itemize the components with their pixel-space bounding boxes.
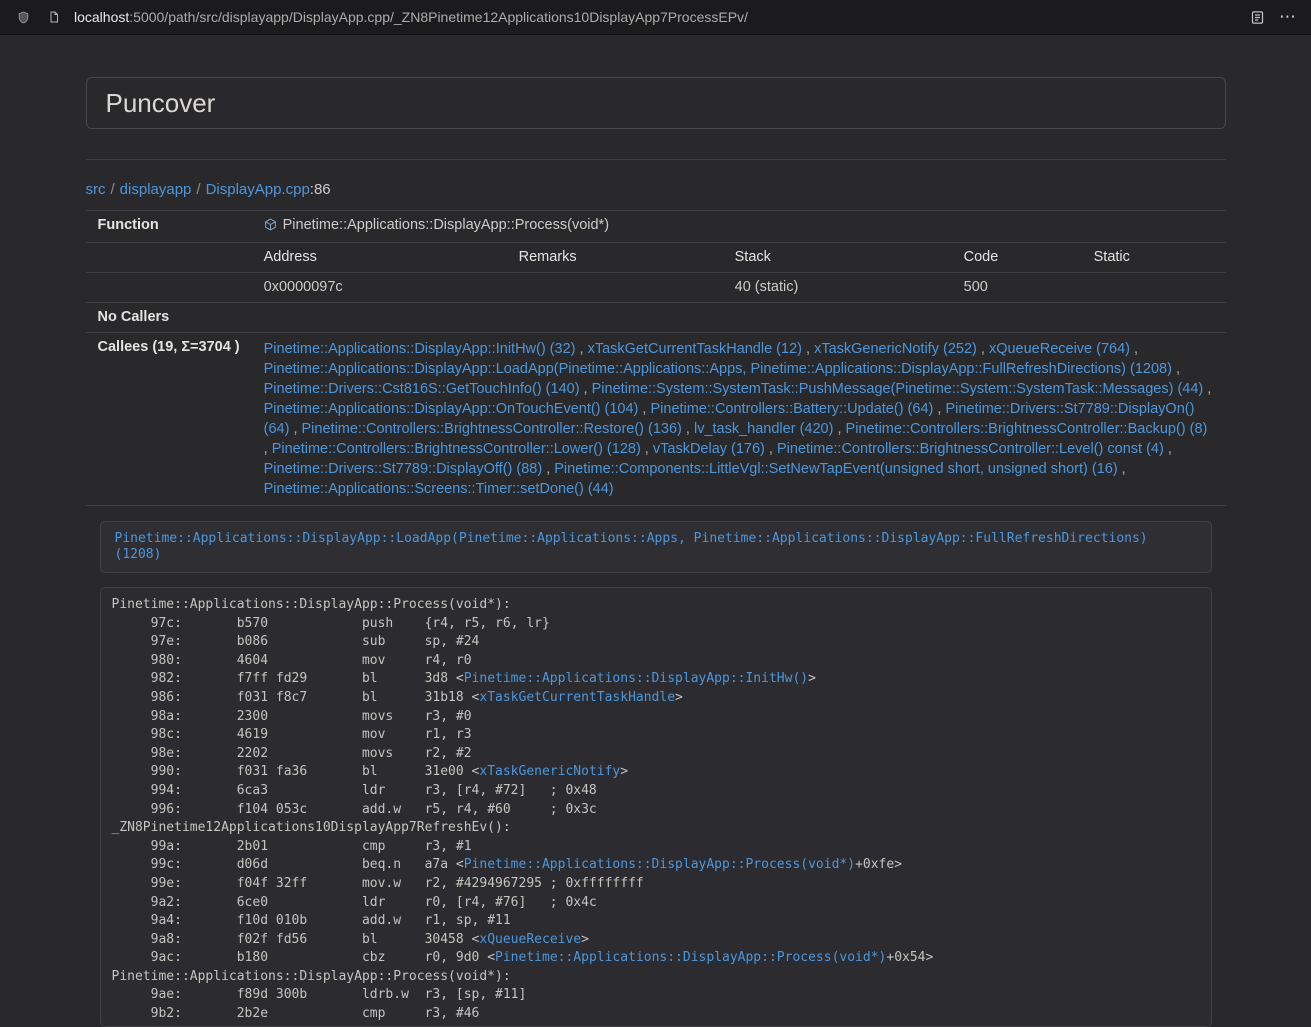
page-icon[interactable] bbox=[43, 6, 65, 28]
callee-separator: , bbox=[802, 341, 814, 357]
stats-header-cell: Remarks bbox=[507, 243, 723, 273]
callee-detail-heading: Pinetime::Applications::DisplayApp::Load… bbox=[101, 522, 1211, 572]
stats-value-row: 0x0000097c 40 (static)500 bbox=[86, 273, 1226, 303]
stats-header-cell: Stack bbox=[723, 243, 952, 273]
code-symbol-link[interactable]: xQueueReceive bbox=[479, 932, 581, 947]
disassembly-block: Pinetime::Applications::DisplayApp::Proc… bbox=[100, 587, 1212, 1027]
code-symbol-link[interactable]: xTaskGetCurrentTaskHandle bbox=[479, 690, 675, 705]
callee-detail-symbol-link[interactable]: Pinetime::Applications::DisplayApp::Load… bbox=[115, 531, 1148, 562]
code-symbol-link[interactable]: Pinetime::Applications::DisplayApp::Init… bbox=[464, 671, 808, 686]
callee-link[interactable]: Pinetime::Controllers::Battery::Update()… bbox=[650, 401, 933, 417]
breadcrumb-line-number: :86 bbox=[310, 181, 331, 198]
empty-label-cell bbox=[86, 243, 252, 273]
callee-separator: , bbox=[580, 381, 592, 397]
stats-value-cell bbox=[1082, 273, 1226, 303]
stats-value-cell bbox=[507, 273, 723, 303]
stats-value-cell: 0x0000097c bbox=[252, 273, 507, 303]
menu-icon[interactable]: ⋯ bbox=[1277, 6, 1299, 28]
function-table: Function Pinetime::Applications::Display… bbox=[86, 210, 1226, 506]
breadcrumb-separator: / bbox=[111, 181, 115, 198]
breadcrumb: src/displayapp/DisplayApp.cpp:86 bbox=[86, 181, 1226, 199]
stats-header-cell: Code bbox=[952, 243, 1082, 273]
callee-link[interactable]: xTaskGetCurrentTaskHandle (12) bbox=[588, 341, 802, 357]
no-callers-row: No Callers bbox=[86, 303, 1226, 333]
url-host: localhost bbox=[74, 9, 129, 25]
no-callers-cell bbox=[252, 303, 1226, 333]
breadcrumb-displayapp[interactable]: displayapp bbox=[120, 181, 192, 198]
code-symbol-link[interactable]: Pinetime::Applications::DisplayApp::Proc… bbox=[495, 950, 886, 965]
callee-link[interactable]: Pinetime::System::SystemTask::PushMessag… bbox=[592, 381, 1204, 397]
callee-separator: , bbox=[765, 441, 777, 457]
stats-header-cell: Address bbox=[252, 243, 507, 273]
stats-header-cell: Static bbox=[1082, 243, 1226, 273]
divider bbox=[86, 159, 1226, 160]
callee-separator: , bbox=[1130, 341, 1138, 357]
callees-row: Callees (19, Σ=3704 ) Pinetime::Applicat… bbox=[86, 333, 1226, 506]
callee-separator: , bbox=[833, 421, 845, 437]
callee-separator: , bbox=[1118, 461, 1126, 477]
stats-value-cell: 40 (static) bbox=[723, 273, 952, 303]
page-title: Puncover bbox=[106, 89, 1206, 117]
callee-separator: , bbox=[576, 341, 588, 357]
shield-icon[interactable] bbox=[12, 6, 34, 28]
callee-separator: , bbox=[1164, 441, 1172, 457]
callee-link[interactable]: Pinetime::Applications::DisplayApp::Init… bbox=[264, 341, 576, 357]
function-icon bbox=[264, 218, 277, 236]
callee-link[interactable]: Pinetime::Drivers::St7789::DisplayOff() … bbox=[264, 461, 543, 477]
callee-link[interactable]: lv_task_handler (420) bbox=[694, 421, 833, 437]
stats-header-row: AddressRemarksStackCodeStatic bbox=[86, 243, 1226, 273]
function-label: Function bbox=[86, 211, 252, 243]
callee-separator: , bbox=[977, 341, 989, 357]
app-header-panel: Puncover bbox=[86, 77, 1226, 129]
callee-detail-panel: Pinetime::Applications::DisplayApp::Load… bbox=[100, 521, 1212, 573]
breadcrumb-src[interactable]: src bbox=[86, 181, 106, 198]
reader-mode-icon[interactable] bbox=[1246, 6, 1268, 28]
breadcrumb-file[interactable]: DisplayApp.cpp bbox=[206, 181, 310, 198]
callee-separator: , bbox=[1172, 361, 1180, 377]
page-container: Puncover src/displayapp/DisplayApp.cpp:8… bbox=[86, 35, 1226, 1027]
callee-link[interactable]: xTaskGenericNotify (252) bbox=[814, 341, 977, 357]
function-symbol: Pinetime::Applications::DisplayApp::Proc… bbox=[283, 217, 609, 233]
callee-link[interactable]: Pinetime::Controllers::BrightnessControl… bbox=[846, 421, 1208, 437]
callee-link[interactable]: Pinetime::Applications::Screens::Timer::… bbox=[264, 481, 614, 497]
callee-separator: , bbox=[264, 441, 272, 457]
stats-value-cell: 500 bbox=[952, 273, 1082, 303]
callees-list: Pinetime::Applications::DisplayApp::Init… bbox=[252, 333, 1226, 506]
function-symbol-cell: Pinetime::Applications::DisplayApp::Proc… bbox=[252, 211, 1226, 243]
callee-link[interactable]: Pinetime::Applications::DisplayApp::OnTo… bbox=[264, 401, 639, 417]
callees-label: Callees (19, Σ=3704 ) bbox=[86, 333, 252, 506]
callee-separator: , bbox=[933, 401, 945, 417]
url-bar[interactable]: localhost:5000/path/src/displayapp/Displ… bbox=[74, 9, 748, 25]
callee-link[interactable]: Pinetime::Drivers::Cst816S::GetTouchInfo… bbox=[264, 381, 580, 397]
callee-separator: , bbox=[289, 421, 301, 437]
callee-separator: , bbox=[542, 461, 554, 477]
callee-separator: , bbox=[641, 441, 653, 457]
code-symbol-link[interactable]: Pinetime::Applications::DisplayApp::Proc… bbox=[464, 857, 855, 872]
code-symbol-link[interactable]: xTaskGenericNotify bbox=[479, 764, 620, 779]
callee-separator: , bbox=[638, 401, 650, 417]
callee-separator: , bbox=[682, 421, 694, 437]
callee-link[interactable]: Pinetime::Components::LittleVgl::SetNewT… bbox=[554, 461, 1117, 477]
callee-link[interactable]: Pinetime::Controllers::BrightnessControl… bbox=[777, 441, 1164, 457]
browser-chrome: localhost:5000/path/src/displayapp/Displ… bbox=[0, 0, 1311, 35]
callee-link[interactable]: Pinetime::Controllers::BrightnessControl… bbox=[272, 441, 641, 457]
no-callers-label: No Callers bbox=[86, 303, 252, 333]
callee-separator: , bbox=[1203, 381, 1211, 397]
callee-link[interactable]: vTaskDelay (176) bbox=[653, 441, 765, 457]
url-path: :5000/path/src/displayapp/DisplayApp.cpp… bbox=[129, 9, 748, 25]
breadcrumb-separator: / bbox=[196, 181, 200, 198]
callee-link[interactable]: Pinetime::Controllers::BrightnessControl… bbox=[302, 421, 682, 437]
empty-label-cell bbox=[86, 273, 252, 303]
function-row: Function Pinetime::Applications::Display… bbox=[86, 211, 1226, 243]
callee-link[interactable]: xQueueReceive (764) bbox=[989, 341, 1130, 357]
callee-link[interactable]: Pinetime::Applications::DisplayApp::Load… bbox=[264, 361, 1172, 377]
